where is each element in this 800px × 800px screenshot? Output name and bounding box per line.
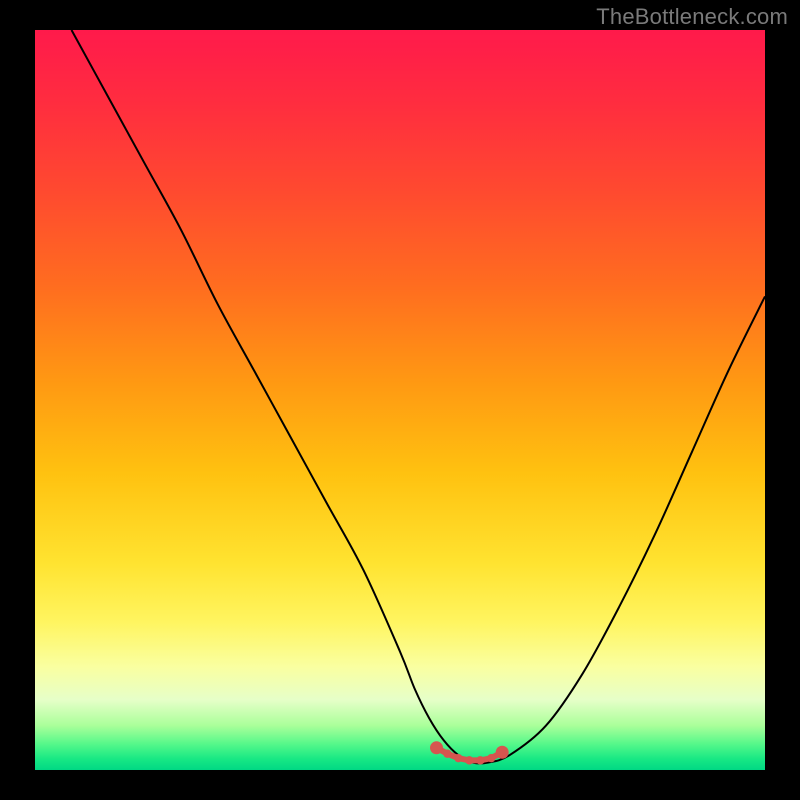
optimal-range-dot	[443, 750, 451, 758]
optimal-range-dot	[496, 746, 509, 759]
optimal-range-dot	[454, 754, 462, 762]
chart-frame: TheBottleneck.com	[0, 0, 800, 800]
gradient-background	[35, 30, 765, 770]
optimal-range-dot	[476, 756, 484, 764]
optimal-range-dot	[487, 754, 495, 762]
bottleneck-chart	[35, 30, 765, 770]
watermark-text: TheBottleneck.com	[596, 4, 788, 30]
optimal-range-dot	[430, 741, 443, 754]
optimal-range-dot	[465, 756, 473, 764]
plot-area	[35, 30, 765, 770]
